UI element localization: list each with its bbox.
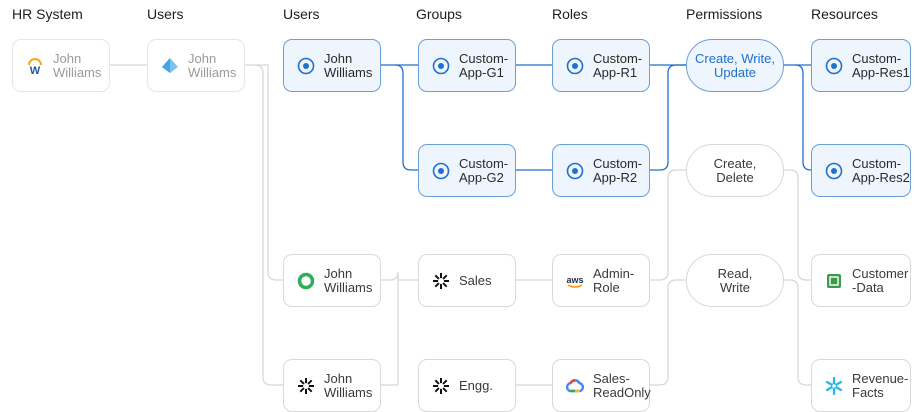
custom-app-icon [296, 56, 316, 76]
dynamodb-icon [824, 271, 844, 291]
custom-app-icon [431, 56, 451, 76]
google-cloud-icon [565, 376, 585, 396]
node-label: Custom- App-R1 [593, 50, 643, 80]
workday-icon: W [25, 56, 45, 76]
resource-revenue-facts[interactable]: Revenue- Facts [811, 359, 911, 412]
node-label: Admin- Role [593, 265, 635, 295]
role-custom-app-r1[interactable]: Custom- App-R1 [552, 39, 650, 92]
snowflake-logo-icon [296, 376, 316, 396]
group-engg[interactable]: Engg. [418, 359, 516, 412]
node-label: Engg. [459, 377, 493, 393]
svg-text:aws: aws [566, 275, 583, 285]
node-label: Create, Write, Update [695, 50, 775, 80]
aws-icon: aws [565, 271, 585, 291]
resource-custom-app-res2[interactable]: Custom- App-Res2 [811, 144, 911, 197]
snowflake-icon [824, 376, 844, 396]
node-label: Sales- ReadOnly [593, 370, 651, 400]
node-label: John Williams [324, 265, 373, 295]
group-custom-app-g1[interactable]: Custom- App-G1 [418, 39, 516, 92]
node-label: Custom- App-Res2 [852, 155, 910, 185]
permission-read-write[interactable]: Read, Write [686, 254, 784, 307]
svg-text:W: W [30, 65, 41, 76]
custom-app-icon [431, 161, 451, 181]
custom-app-user-node[interactable]: John Williams [283, 39, 381, 92]
snowflake-logo-icon [431, 271, 451, 291]
node-label: Customer -Data [852, 265, 909, 295]
resource-custom-app-res1[interactable]: Custom- App-Res1 [811, 39, 911, 92]
role-sales-readonly[interactable]: Sales- ReadOnly [552, 359, 651, 412]
node-label: John Williams [324, 50, 373, 80]
azure-ad-icon [160, 56, 180, 76]
node-label: Read, Write [717, 265, 753, 295]
okta-user-node[interactable]: John Williams [283, 254, 381, 307]
permission-create-delete[interactable]: Create, Delete [686, 144, 784, 197]
idp-user-node[interactable]: John Williams [147, 39, 245, 92]
snowflake-user-node[interactable]: John Williams [283, 359, 381, 412]
role-admin[interactable]: aws Admin- Role [552, 254, 650, 307]
node-label: Custom- App-G2 [459, 155, 509, 185]
hr-user-node[interactable]: W John Williams [12, 39, 110, 92]
node-label: Revenue- Facts [852, 370, 909, 400]
node-label: Custom- App-Res1 [852, 50, 910, 80]
okta-icon [296, 271, 316, 291]
node-label: Sales [459, 272, 492, 288]
node-label: Create, Delete [713, 155, 757, 185]
custom-app-icon [824, 56, 844, 76]
role-custom-app-r2[interactable]: Custom- App-R2 [552, 144, 650, 197]
node-label: Custom- App-G1 [459, 50, 509, 80]
snowflake-logo-icon [431, 376, 451, 396]
custom-app-icon [565, 161, 585, 181]
group-custom-app-g2[interactable]: Custom- App-G2 [418, 144, 516, 197]
node-label: John Williams [53, 50, 102, 80]
custom-app-icon [565, 56, 585, 76]
group-sales[interactable]: Sales [418, 254, 516, 307]
permission-create-write-update[interactable]: Create, Write, Update [686, 39, 784, 92]
node-label: John Williams [188, 50, 237, 80]
node-label: Custom- App-R2 [593, 155, 643, 185]
custom-app-icon [824, 161, 844, 181]
resource-customer-data[interactable]: Customer -Data [811, 254, 911, 307]
node-label: John Williams [324, 370, 373, 400]
